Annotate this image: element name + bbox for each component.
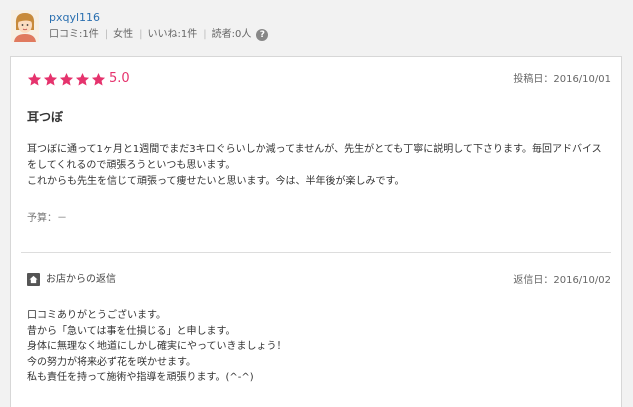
star-icon — [91, 72, 106, 85]
home-icon — [27, 273, 40, 286]
stat-separator: | — [203, 29, 207, 40]
shop-reply-header: お店からの返信 — [27, 273, 116, 286]
reply-line: 今の努力が将来必ず花を咲かせます。 — [27, 356, 196, 368]
reply-line: 口コミありがとうございます。 — [27, 310, 166, 321]
star-icon — [59, 72, 74, 85]
reader-count: 読者:0人 — [211, 29, 252, 40]
reply-line: 私も責任を持って施術や指導を頑張ります。(^-^) — [27, 372, 254, 383]
review-paragraph: これからも先生を信じて頑張って痩せたいと思います。今は、半年後が楽しみです。 — [27, 176, 405, 187]
rating-value: 5.0 — [109, 71, 130, 86]
user-header: pxqyl116 口コミ:1件 | 女性 | いいね:1件 | 読者:0人 ? — [0, 0, 633, 56]
gender: 女性 — [113, 29, 134, 40]
username-link[interactable]: pxqyl116 — [49, 12, 100, 24]
user-avatar-icon[interactable] — [11, 10, 39, 42]
divider — [21, 252, 611, 253]
stat-separator: | — [139, 29, 143, 40]
star-icon — [27, 72, 42, 85]
stat-separator: | — [104, 29, 109, 40]
shop-reply-body: 口コミありがとうございます。 昔から「急いては事を仕損じる」と申します。 身体に… — [27, 308, 607, 386]
reply-date: 返信日：2016/10/02 — [513, 275, 611, 286]
star-icon — [43, 72, 58, 85]
post-date: 投稿日：2016/10/01 — [513, 74, 611, 85]
budget: 予算：－ — [27, 213, 67, 224]
review-count: 口コミ:1件 — [49, 29, 99, 40]
reply-line: 昔から「急いては事を仕損じる」と申します。 — [27, 325, 236, 337]
star-rating: 5.0 — [27, 71, 130, 87]
question-circle-icon[interactable]: ? — [256, 29, 269, 41]
star-icon — [75, 72, 90, 85]
review-title: 耳つぼ — [27, 110, 64, 124]
review-body: 耳つぼに通って1ヶ月と1週間でまだ3キロぐらいしか減ってませんが、先生がとても丁… — [27, 142, 607, 190]
review-paragraph: 耳つぼに通って1ヶ月と1週間でまだ3キロぐらいしか減ってませんが、先生がとても丁… — [27, 144, 602, 171]
review-card: 5.0 投稿日：2016/10/01 耳つぼ 耳つぼに通って1ヶ月と1週間でまだ… — [10, 56, 622, 407]
like-count: いいね:1件 — [147, 29, 198, 40]
reply-line: 身体に無理なく地道にしかし確実にやっていきましょう！ — [27, 341, 287, 352]
user-stats: 口コミ:1件 | 女性 | いいね:1件 | 読者:0人 ? — [49, 29, 269, 41]
shop-reply-label: お店からの返信 — [46, 273, 116, 285]
